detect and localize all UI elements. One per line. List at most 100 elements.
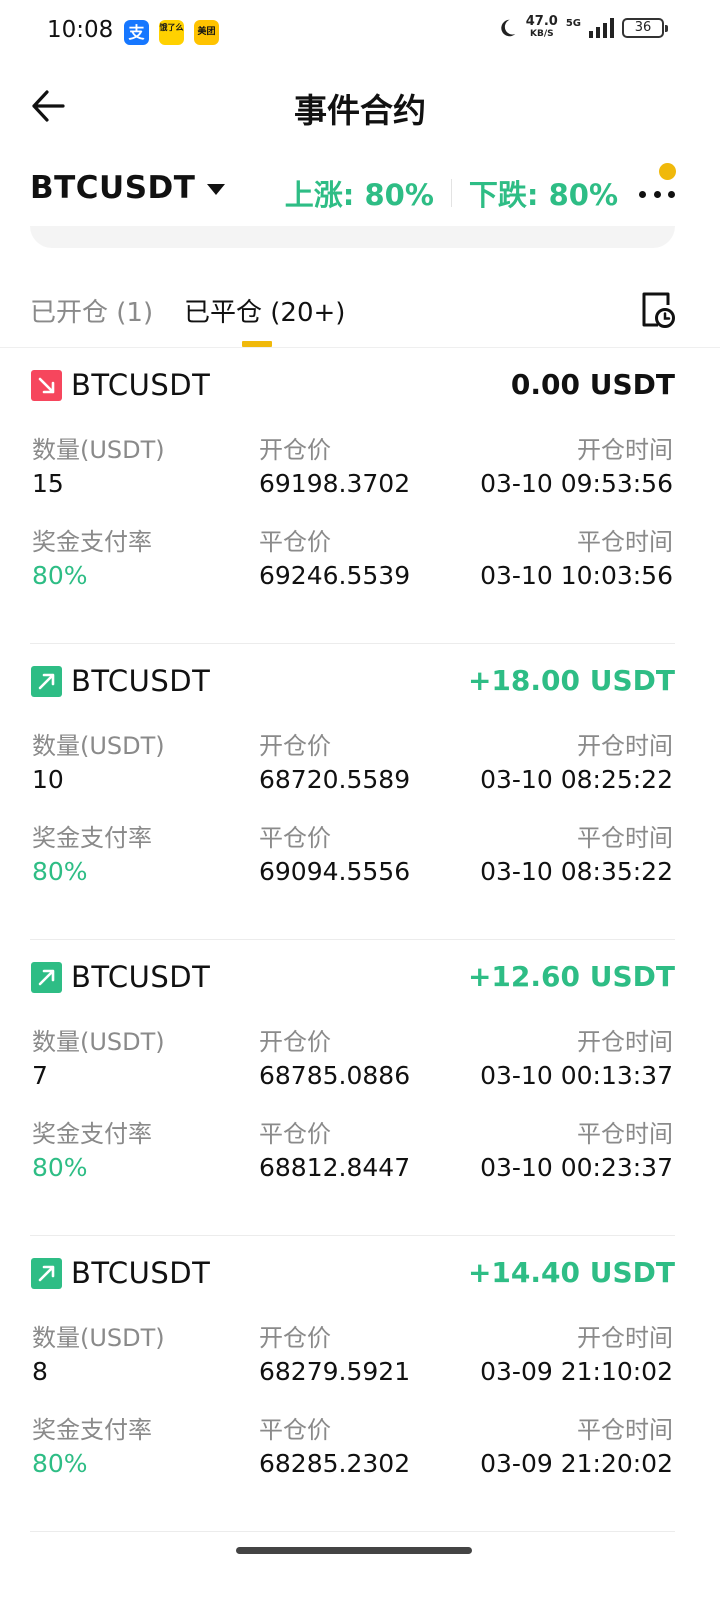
payout-rate-label: 奖金支付率	[32, 824, 152, 852]
arrow-up-right-icon	[31, 962, 62, 993]
symbol-selector[interactable]: BTCUSDT	[30, 170, 226, 206]
record-symbol: BTCUSDT	[71, 1256, 211, 1290]
status-bar: 10:08 支 饿了么 美团 47.0 KB/S 5G 36	[0, 0, 720, 64]
net-speed-unit: KB/S	[529, 29, 554, 39]
home-indicator[interactable]	[236, 1547, 472, 1554]
open-price-label: 开仓价	[259, 436, 331, 464]
eleme-app-icon: 饿了么	[159, 20, 184, 45]
close-time-label: 平仓时间	[577, 824, 673, 852]
chart-card-edge	[30, 226, 675, 248]
history-button[interactable]	[640, 291, 676, 329]
close-time-value: 03-10 08:35:22	[480, 857, 673, 886]
more-dots-icon	[639, 190, 646, 198]
payout-rate-label: 奖金支付率	[32, 1120, 152, 1148]
notification-app-icons: 支 饿了么 美团	[124, 20, 219, 45]
position-record[interactable]: BTCUSDT 0.00 USDT 数量(USDT) 开仓价 开仓时间 15 6…	[30, 348, 675, 644]
close-price-value: 68285.2302	[259, 1449, 411, 1478]
down-rate: 下跌: 80%	[468, 178, 618, 212]
open-price-label: 开仓价	[259, 1324, 331, 1352]
close-price-label: 平仓价	[259, 824, 331, 852]
record-header: BTCUSDT +18.00 USDT	[30, 664, 675, 700]
amount-value: 15	[32, 469, 64, 498]
position-record[interactable]: BTCUSDT +14.40 USDT 数量(USDT) 开仓价 开仓时间 8 …	[30, 1236, 675, 1532]
open-price-value: 68720.5589	[259, 765, 411, 794]
rate-divider	[450, 179, 452, 207]
position-tabs: 已开仓 (1) 已平仓 (20+)	[0, 262, 720, 348]
net-speed-value: 47.0	[525, 14, 558, 29]
record-header: BTCUSDT 0.00 USDT	[30, 368, 675, 404]
open-price-value: 68279.5921	[259, 1357, 411, 1386]
up-rate: 上涨: 80%	[284, 178, 434, 212]
notification-dot	[659, 163, 676, 180]
payout-rate-value: 80%	[32, 1449, 88, 1478]
close-price-value: 69246.5539	[259, 561, 411, 590]
amount-value: 7	[32, 1061, 48, 1090]
payout-rate-label: 奖金支付率	[32, 528, 152, 556]
close-time-label: 平仓时间	[577, 528, 673, 556]
active-tab-indicator	[242, 341, 272, 347]
payout-rate-value: 80%	[32, 1153, 88, 1182]
net-speed: 47.0 KB/S	[525, 14, 558, 40]
status-time: 10:08	[47, 17, 114, 43]
close-price-label: 平仓价	[259, 1416, 331, 1444]
position-record[interactable]: BTCUSDT +18.00 USDT 数量(USDT) 开仓价 开仓时间 10…	[30, 644, 675, 940]
arrow-up-right-icon	[31, 666, 62, 697]
alipay-app-icon: 支	[124, 20, 149, 45]
close-time-value: 03-10 00:23:37	[480, 1153, 673, 1182]
record-pnl: +18.00 USDT	[467, 664, 675, 697]
open-time-label: 开仓时间	[577, 436, 673, 464]
moon-icon	[501, 19, 515, 37]
amount-label: 数量(USDT)	[32, 1324, 165, 1352]
open-price-label: 开仓价	[259, 732, 331, 760]
payout-rate-label: 奖金支付率	[32, 1416, 152, 1444]
battery-icon: 36	[622, 18, 668, 38]
record-pnl: +14.40 USDT	[467, 1256, 675, 1289]
open-price-label: 开仓价	[259, 1028, 331, 1056]
amount-label: 数量(USDT)	[32, 1028, 165, 1056]
history-document-icon	[642, 292, 675, 328]
close-time-value: 03-10 10:03:56	[480, 561, 673, 590]
arrow-up-right-icon	[31, 1258, 62, 1289]
close-price-label: 平仓价	[259, 1120, 331, 1148]
record-header: BTCUSDT +14.40 USDT	[30, 1256, 675, 1292]
record-symbol: BTCUSDT	[71, 664, 211, 698]
record-symbol: BTCUSDT	[71, 368, 211, 402]
payout-rates: 上涨: 80% 下跌: 80%	[285, 172, 618, 214]
payout-rate-value: 80%	[32, 857, 88, 886]
symbol-bar: BTCUSDT 上涨: 80% 下跌: 80%	[0, 160, 720, 224]
battery-level: 36	[634, 20, 652, 35]
open-time-label: 开仓时间	[577, 732, 673, 760]
signal-icon	[589, 18, 614, 38]
close-time-label: 平仓时间	[577, 1416, 673, 1444]
close-price-value: 69094.5556	[259, 857, 411, 886]
more-button[interactable]	[639, 186, 675, 202]
page-title: 事件合约	[294, 91, 426, 130]
position-record[interactable]: BTCUSDT +12.60 USDT 数量(USDT) 开仓价 开仓时间 7 …	[30, 940, 675, 1236]
record-symbol: BTCUSDT	[71, 960, 211, 994]
open-time-label: 开仓时间	[577, 1028, 673, 1056]
close-price-value: 68812.8447	[259, 1153, 411, 1182]
status-indicators: 47.0 KB/S 5G 36	[496, 14, 668, 40]
symbol-name: BTCUSDT	[30, 170, 196, 206]
close-time-value: 03-09 21:20:02	[480, 1449, 673, 1478]
open-time-value: 03-09 21:10:02	[480, 1357, 673, 1386]
amount-label: 数量(USDT)	[32, 436, 165, 464]
top-header: 事件合约	[0, 64, 720, 148]
open-price-value: 69198.3702	[259, 469, 411, 498]
tab-open-positions[interactable]: 已开仓 (1)	[30, 292, 153, 329]
close-time-label: 平仓时间	[577, 1120, 673, 1148]
arrow-down-right-icon	[31, 370, 62, 401]
amount-value: 8	[32, 1357, 48, 1386]
tab-closed-positions[interactable]: 已平仓 (20+)	[184, 292, 345, 329]
payout-rate-value: 80%	[32, 561, 88, 590]
amount-value: 10	[32, 765, 64, 794]
network-type: 5G	[565, 17, 581, 29]
open-price-value: 68785.0886	[259, 1061, 411, 1090]
record-pnl: +12.60 USDT	[467, 960, 675, 993]
amount-label: 数量(USDT)	[32, 732, 165, 760]
meituan-app-icon: 美团	[194, 20, 219, 45]
open-time-value: 03-10 08:25:22	[480, 765, 673, 794]
open-time-value: 03-10 09:53:56	[480, 469, 673, 498]
open-time-value: 03-10 00:13:37	[480, 1061, 673, 1090]
open-time-label: 开仓时间	[577, 1324, 673, 1352]
